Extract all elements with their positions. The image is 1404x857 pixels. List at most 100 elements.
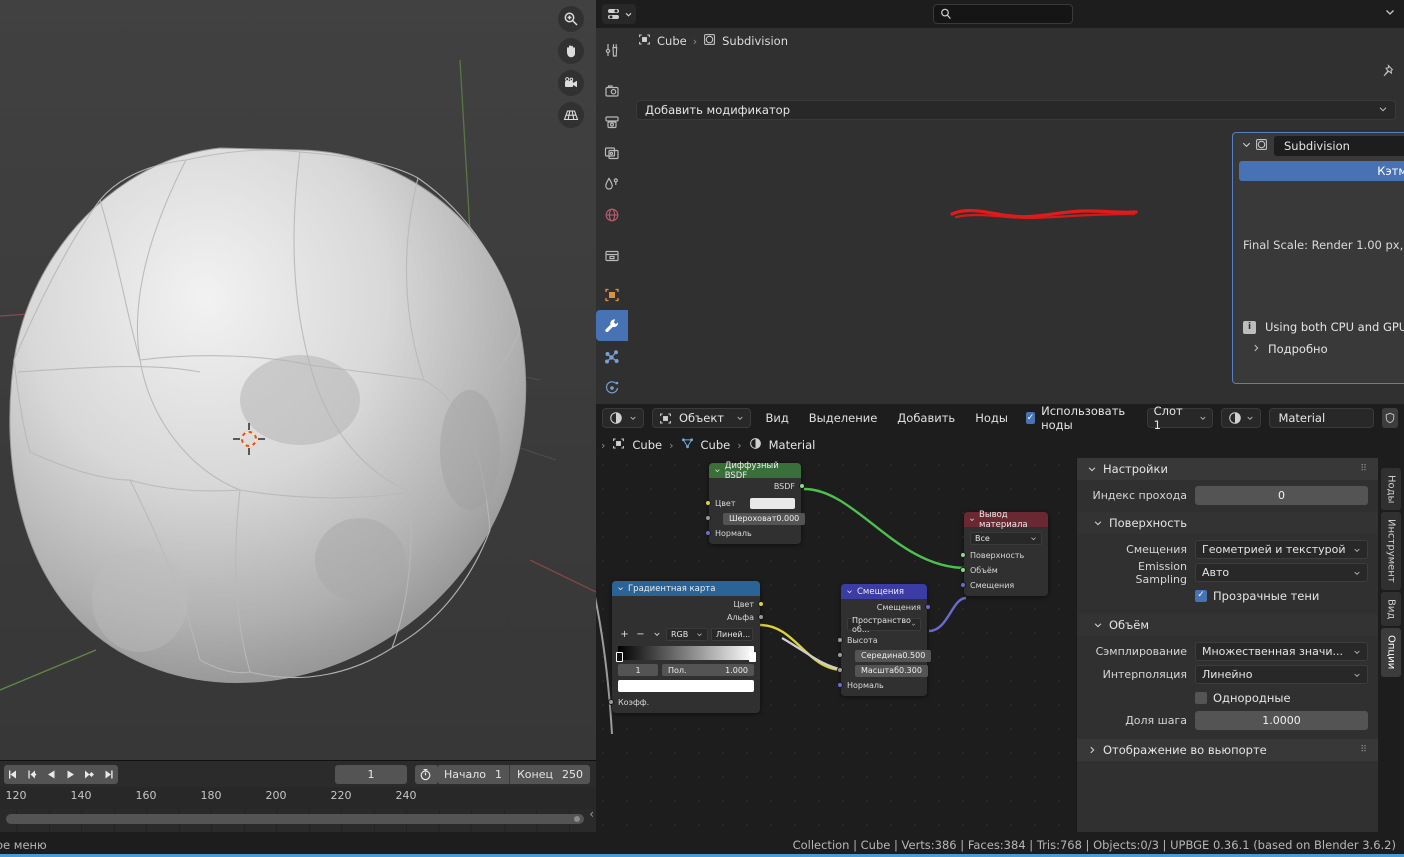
node-diffuse-bsdf[interactable]: Диффузный BSDF BSDF Цвет: [709, 463, 801, 544]
interpolation-dropdown[interactable]: Линейно: [1195, 665, 1368, 684]
node-input-normal[interactable]: Нормаль: [841, 679, 927, 692]
stop-color-swatch[interactable]: [618, 680, 754, 692]
play-button[interactable]: [61, 765, 80, 784]
colorramp-toolbar[interactable]: + − RGB Линей...: [612, 624, 760, 641]
step-rate-row[interactable]: Доля шага 1.0000: [1077, 710, 1378, 731]
homogeneous-row[interactable]: Однородные: [1077, 687, 1378, 708]
tab-particles[interactable]: [596, 341, 628, 372]
grip-icon[interactable]: ⠿: [1360, 464, 1368, 474]
tab-scene[interactable]: [596, 168, 628, 199]
colorramp-stop-right[interactable]: [749, 652, 756, 662]
strength-field[interactable]: Масштаб 0.300: [855, 665, 928, 677]
timeline-scrollbar[interactable]: [6, 814, 584, 824]
sampling-row[interactable]: Сэмплирование Множественная значи...: [1077, 641, 1378, 662]
breadcrumb-label-object[interactable]: Cube: [657, 34, 687, 48]
grip-icon[interactable]: ⠿: [1360, 745, 1368, 755]
editor-type-button[interactable]: [602, 4, 636, 24]
input-socket[interactable]: [705, 515, 711, 521]
input-socket[interactable]: [608, 699, 614, 705]
breadcrumb-object-label[interactable]: Cube: [632, 438, 662, 452]
material-name-input[interactable]: Material: [1269, 408, 1374, 428]
add-modifier-dropdown[interactable]: Добавить модификатор: [636, 100, 1396, 120]
stop-index-field[interactable]: 1: [618, 664, 658, 676]
collapse-chevron-icon[interactable]: [714, 467, 721, 474]
output-socket[interactable]: [925, 604, 931, 610]
viewport-levels-row[interactable]: Уровни вьюпорта 3: [1233, 264, 1404, 286]
chevron-down-icon[interactable]: [1384, 6, 1396, 21]
input-socket[interactable]: [960, 582, 966, 588]
bump-space-row[interactable]: Пространство об...: [841, 614, 927, 631]
tab-render[interactable]: [596, 75, 628, 106]
menu-add[interactable]: Добавить: [891, 411, 961, 425]
tab-view-layer[interactable]: [596, 137, 628, 168]
pass-index-field[interactable]: 0: [1195, 486, 1368, 505]
shader-header[interactable]: Объект Вид Выделение Добавить Ноды ✓ Исп…: [596, 404, 1404, 432]
input-socket[interactable]: [960, 552, 966, 558]
properties-header[interactable]: [596, 0, 1404, 28]
colorramp-menu-icon[interactable]: [650, 628, 663, 641]
collapse-chevron-icon[interactable]: [846, 588, 853, 595]
modifier-header[interactable]: Subdivision: [1233, 133, 1404, 159]
material-browse-dropdown[interactable]: [1221, 408, 1261, 428]
grid-icon[interactable]: [558, 102, 584, 128]
input-socket[interactable]: [837, 652, 843, 658]
color-swatch[interactable]: [750, 498, 795, 509]
zoom-icon[interactable]: [558, 6, 584, 32]
input-socket[interactable]: [705, 500, 711, 506]
output-target-row[interactable]: Все: [964, 529, 1048, 545]
catmull-clark-button[interactable]: Кэтмелл-Кларк: [1239, 161, 1404, 181]
material-slot-dropdown[interactable]: Слот 1: [1147, 408, 1214, 428]
tab-world[interactable]: [596, 199, 628, 230]
interpolation-row[interactable]: Интерполяция Линейно: [1077, 664, 1378, 685]
prev-keyframe-button[interactable]: [23, 765, 42, 784]
node-output-color[interactable]: Цвет: [612, 598, 760, 611]
scrollbar-knob[interactable]: [574, 816, 580, 822]
timeline-ruler[interactable]: 120140160180200220240: [0, 787, 596, 809]
hand-icon[interactable]: [558, 38, 584, 64]
viewport-gizmo-column[interactable]: [558, 6, 584, 128]
surface-panel-header[interactable]: Поверхность: [1077, 512, 1378, 534]
breadcrumb-mesh-label[interactable]: Cube: [701, 438, 731, 452]
fake-user-shield-icon[interactable]: [1382, 408, 1398, 428]
settings-panel-header[interactable]: Настройки ⠿: [1077, 458, 1378, 480]
node-input-volume[interactable]: Объём: [964, 564, 1048, 577]
colorramp-stop-left[interactable]: [616, 652, 623, 662]
emission-sampling-row[interactable]: Emission Sampling Авто: [1077, 562, 1378, 583]
node-input-displacement[interactable]: Смещения: [964, 579, 1048, 592]
node-sidebar-tabs[interactable]: Ноды Инструмент Вид Опции: [1378, 458, 1404, 832]
menu-select[interactable]: Выделение: [803, 411, 884, 425]
add-stop-button[interactable]: +: [618, 629, 631, 640]
sidebar-tab-nodes[interactable]: Ноды: [1381, 468, 1401, 510]
node-input-roughness[interactable]: Шероховат 0.000: [709, 512, 801, 525]
modifier-name-input[interactable]: Subdivision: [1274, 136, 1404, 156]
transparent-shadows-row[interactable]: ✓ Прозрачные тени: [1077, 585, 1378, 606]
optimal-display-row[interactable]: ✓ Упрощённый вид: [1233, 288, 1404, 310]
volume-panel-header[interactable]: Объём: [1077, 614, 1378, 636]
subdivision-type-toggle[interactable]: Кэтмелл-Кларк Простой: [1233, 161, 1404, 181]
sampling-dropdown[interactable]: Множественная значи...: [1195, 642, 1368, 661]
roughness-field[interactable]: Шероховат 0.000: [723, 513, 805, 525]
shader-editor[interactable]: Объект Вид Выделение Добавить Ноды ✓ Исп…: [596, 404, 1404, 832]
end-frame-field[interactable]: Конец 250: [510, 765, 590, 784]
input-socket[interactable]: [837, 682, 843, 688]
sidebar-tab-tool[interactable]: Инструмент: [1381, 512, 1401, 590]
node-output-displacement[interactable]: Смещения: [841, 601, 927, 614]
advanced-section-toggle[interactable]: Подробно: [1233, 342, 1404, 356]
input-socket[interactable]: [960, 567, 966, 573]
frame-range-fields[interactable]: Начало 1 Конец 250: [437, 765, 590, 784]
modifier-panel-subdivision[interactable]: Subdivision: [1232, 132, 1404, 384]
node-output-alpha[interactable]: Альфа: [612, 611, 760, 624]
properties-tab-column[interactable]: [596, 28, 628, 404]
node-bump[interactable]: Смещения Смещения Пространство об...: [841, 584, 927, 696]
node-color-ramp[interactable]: Градиентная карта Цвет Альфа + −: [612, 581, 760, 713]
displacement-row[interactable]: Смещения Геометрией и текстурой: [1077, 539, 1378, 560]
transparent-shadows-checkbox[interactable]: ✓: [1195, 590, 1207, 602]
sidebar-tab-view[interactable]: Вид: [1381, 592, 1401, 626]
breadcrumb-label-modifier[interactable]: Subdivision: [722, 34, 788, 48]
next-keyframe-button[interactable]: [80, 765, 99, 784]
output-socket[interactable]: [758, 614, 764, 620]
collapse-chevron-icon[interactable]: [617, 585, 624, 592]
node-input-color[interactable]: Цвет: [709, 497, 801, 510]
output-socket[interactable]: [758, 601, 764, 607]
camera-icon[interactable]: [558, 70, 584, 96]
